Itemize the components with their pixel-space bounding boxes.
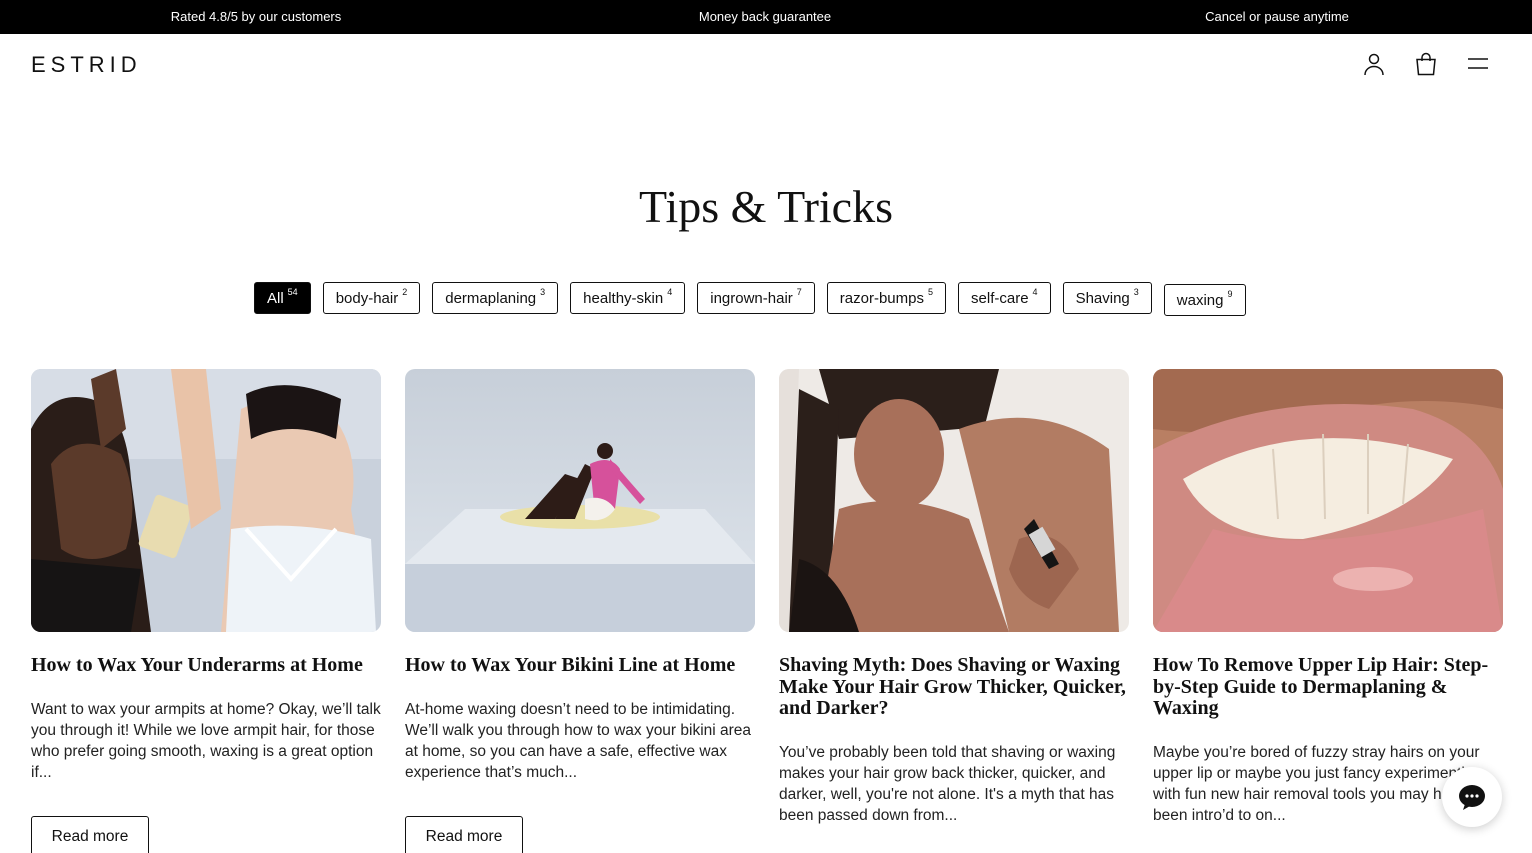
article-card: How to Wax Your Underarms at Home Want t…: [31, 369, 381, 853]
page-title: Tips & Tricks: [638, 181, 893, 232]
filter-chip-shaving[interactable]: Shaving 3: [1062, 282, 1152, 314]
announcement-guarantee: Money back guarantee: [698, 9, 832, 24]
filter-chip-ingrown-hair[interactable]: ingrown-hair 7: [697, 282, 815, 314]
article-image-upper-lip[interactable]: [1153, 369, 1503, 632]
filter-chip-dermaplaning[interactable]: dermaplaning 3: [432, 282, 559, 314]
filter-chip-self-care[interactable]: self-care 4: [958, 282, 1051, 314]
article-card: How to Wax Your Bikini Line at Home At-h…: [405, 369, 755, 853]
read-more-button[interactable]: Read more: [31, 815, 149, 853]
filter-bar: All 54 body-hair 2 dermaplaning 3 healthy-s…: [254, 282, 1246, 316]
article-image-shaving-myth[interactable]: [779, 369, 1129, 632]
article-title[interactable]: How To Remove Upper Lip Hair: Step-by-St…: [1153, 654, 1503, 720]
article-title[interactable]: How to Wax Your Underarms at Home: [31, 654, 381, 677]
filter-chip-all[interactable]: All 54: [254, 282, 311, 314]
filter-chip-healthy-skin[interactable]: healthy-skin 4: [570, 282, 686, 314]
article-title[interactable]: Shaving Myth: Does Shaving or Waxing Mak…: [779, 654, 1129, 720]
article-title[interactable]: How to Wax Your Bikini Line at Home: [405, 654, 755, 677]
article-card: Shaving Myth: Does Shaving or Waxing Mak…: [779, 369, 1129, 853]
chat-icon[interactable]: [1442, 767, 1502, 827]
site-header: ESTRID: [0, 34, 1532, 94]
article-image-bikini-line[interactable]: [405, 369, 755, 632]
filter-chip-body-hair[interactable]: body-hair 2: [322, 282, 421, 314]
announcement-bar: Rated 4.8/5 by our customers Money back …: [0, 0, 1532, 34]
article-grid: How to Wax Your Underarms at Home Want t…: [31, 369, 1503, 853]
read-more-button[interactable]: Read more: [405, 815, 523, 853]
logo[interactable]: ESTRID: [31, 52, 142, 78]
account-icon[interactable]: [1362, 52, 1386, 76]
announcement-rating: Rated 4.8/5 by our customers: [170, 9, 342, 24]
filter-chip-waxing[interactable]: waxing 9: [1163, 284, 1246, 316]
bag-icon[interactable]: [1414, 52, 1438, 76]
filter-chip-razor-bumps[interactable]: razor-bumps 5: [826, 282, 947, 314]
article-excerpt: Want to wax your armpits at home? Okay, …: [31, 700, 381, 781]
article-excerpt: You’ve probably been told that shaving o…: [779, 743, 1116, 824]
menu-icon[interactable]: [1466, 52, 1490, 76]
announcement-cancel: Cancel or pause anytime: [1205, 9, 1349, 24]
article-excerpt: At-home waxing doesn’t need to be intimi…: [405, 700, 752, 781]
article-image-underarms[interactable]: [31, 369, 381, 632]
